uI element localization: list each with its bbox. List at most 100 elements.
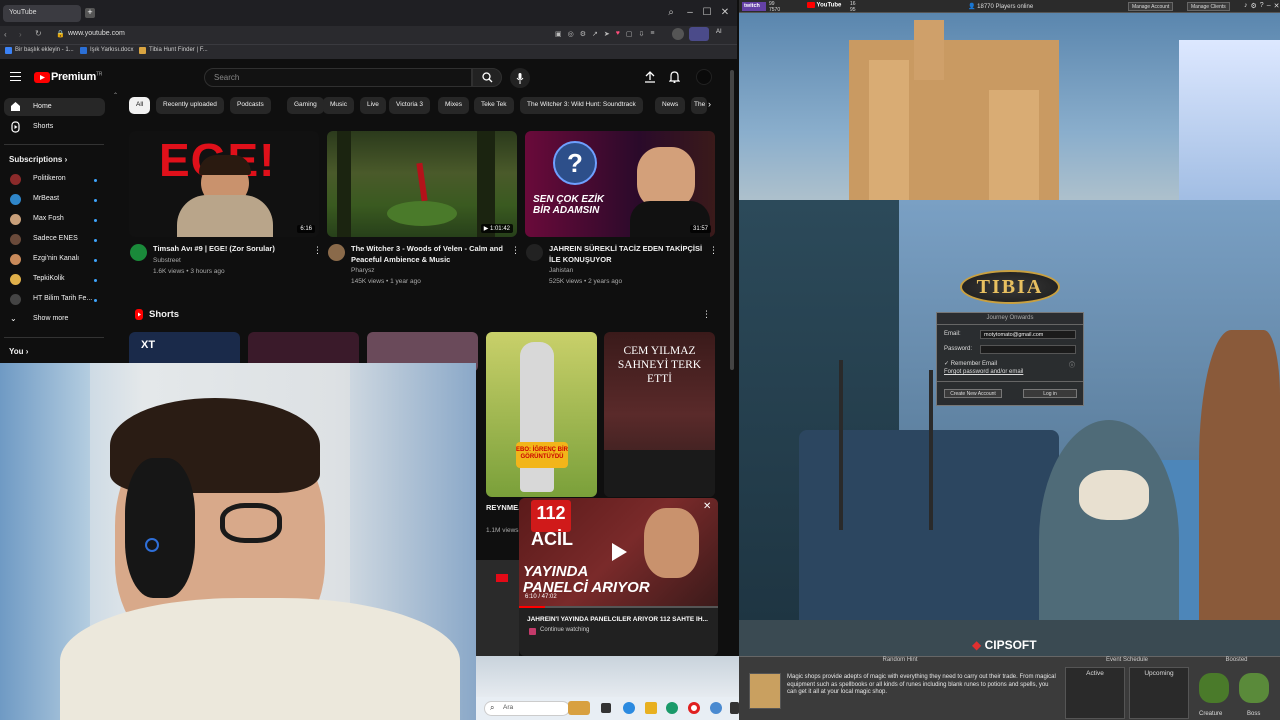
edge-icon[interactable]	[666, 702, 678, 714]
video-title[interactable]: JAHREIN SÜREKLİ TACİZ EDEN TAKİPÇİSİ İLE…	[549, 244, 705, 265]
send-icon[interactable]: ➤	[604, 30, 610, 38]
app-icon[interactable]	[730, 702, 739, 714]
chip-2[interactable]: Podcasts	[230, 97, 271, 114]
subscription-avatar[interactable]	[10, 294, 21, 305]
video-title[interactable]: Timsah Avı #9 | EGE! (Zor Sorular)	[153, 244, 308, 255]
video-thumbnail-2[interactable]: ▶ 1:01:42	[327, 131, 517, 237]
create-account-button[interactable]: Create New Account	[944, 389, 1002, 398]
manage-account-button[interactable]: Manage Account	[1128, 2, 1174, 11]
info-icon[interactable]: ⓘ	[1069, 360, 1075, 369]
video-thumbnail-1[interactable]: EGE! 6:16	[129, 131, 319, 237]
short-thumbnail[interactable]: EBO: İĞRENÇ BİR GÖRÜNTÜYDÜ	[486, 332, 597, 497]
ai-button[interactable]: AI	[716, 29, 722, 35]
login-button[interactable]: Log in	[1023, 389, 1077, 398]
settings-icon[interactable]: ⚙	[580, 30, 586, 38]
copilot-icon[interactable]	[623, 702, 635, 714]
show-more-button[interactable]: Show more	[33, 315, 68, 322]
widgets-icon[interactable]	[568, 701, 590, 715]
chip-7[interactable]: Mixes	[438, 97, 469, 114]
more-options-icon[interactable]: ⋮	[511, 245, 520, 256]
sidebar-item-subscription[interactable]: MrBeast	[33, 195, 59, 202]
box-icon[interactable]: ▢	[626, 30, 633, 38]
reload-icon[interactable]: ↻	[35, 29, 42, 38]
help-icon[interactable]: ?	[1260, 2, 1264, 10]
channel-avatar[interactable]	[328, 244, 345, 261]
bookmark-1[interactable]: Bir başlık ekleyin - 1...	[15, 47, 74, 53]
chip-4[interactable]: Music	[323, 97, 354, 114]
sidebar-item-subscription[interactable]: HT Bilim Tarih Fe...	[33, 295, 92, 302]
more-options-icon[interactable]: ⋮	[709, 245, 718, 256]
search-tabs-icon[interactable]: ⌕	[664, 6, 678, 20]
settings-icon[interactable]: ⚙	[1251, 2, 1257, 10]
sidebar-item-subscription[interactable]: TepkiKolik	[33, 275, 65, 282]
progress-track[interactable]	[519, 606, 718, 608]
minimize-icon[interactable]: –	[683, 6, 697, 20]
more-options-icon[interactable]: ⋮	[313, 245, 322, 256]
voice-search-button[interactable]	[510, 68, 530, 88]
manage-clients-button[interactable]: Manage Clients	[1187, 2, 1230, 11]
subscription-avatar[interactable]	[10, 274, 21, 285]
menu-icon[interactable]: ≡	[650, 30, 654, 38]
url-text[interactable]: www.youtube.com	[68, 30, 125, 37]
channel-name[interactable]: Substreet	[153, 255, 308, 266]
sidebar-item-subscription[interactable]: Politikeron	[33, 175, 66, 182]
youtube-logo-text[interactable]: PremiumTR	[51, 71, 102, 83]
forward-icon[interactable]: ›	[19, 30, 22, 39]
close-icon[interactable]: ✕	[1274, 2, 1280, 10]
sidebar-item-subscription[interactable]: Sadece ENES	[33, 235, 78, 242]
play-icon[interactable]	[610, 542, 628, 562]
scrollbar[interactable]	[730, 70, 734, 370]
subscription-avatar[interactable]	[10, 234, 21, 245]
chip-8[interactable]: Teke Tek	[474, 97, 514, 114]
file-explorer-icon[interactable]	[645, 702, 657, 714]
chip-10[interactable]: News	[655, 97, 686, 114]
chip-9[interactable]: The Witcher 3: Wild Hunt: Soundtrack	[520, 97, 643, 114]
chip-5[interactable]: Live	[360, 97, 386, 114]
screenshot-icon[interactable]: ▣	[555, 30, 562, 38]
chip-1[interactable]: Recently uploaded	[156, 97, 224, 114]
create-icon[interactable]	[644, 71, 656, 83]
extension-icon[interactable]	[689, 27, 709, 41]
chip-6[interactable]: Victoria 3	[389, 97, 430, 114]
chip-11[interactable]: The	[691, 97, 707, 114]
channel-name[interactable]: Pharysz	[351, 265, 511, 276]
miniplayer-title[interactable]: JAHREİN'İ YAYINDA PANELCİLER ARIYOR 112 …	[527, 616, 712, 623]
sidebar-item-shorts[interactable]: Shorts	[33, 123, 53, 130]
more-options-icon[interactable]: ⋮	[702, 309, 711, 320]
bookmark-2[interactable]: Işık Yarkısı.docx	[90, 47, 133, 53]
subscription-avatar[interactable]	[10, 194, 21, 205]
tab-youtube[interactable]: YouTube	[3, 5, 81, 22]
youtube-logo-icon[interactable]	[34, 72, 50, 83]
notifications-icon[interactable]	[669, 71, 680, 83]
remember-email-checkbox[interactable]: ✓ Remember Email	[944, 360, 997, 367]
profile-icon[interactable]	[672, 28, 684, 40]
short-thumbnail[interactable]: CEM YILMAZ SAHNEYİ TERK ETTİ	[604, 332, 715, 497]
channel-name[interactable]: Jahistan	[549, 265, 705, 276]
camera-icon[interactable]: ◎	[568, 30, 574, 38]
chrome-icon[interactable]	[710, 702, 722, 714]
chip-0[interactable]: All	[129, 97, 151, 114]
subscription-avatar[interactable]	[10, 214, 21, 225]
shorts-icon[interactable]	[10, 121, 21, 133]
subscription-avatar[interactable]	[10, 254, 21, 265]
sound-icon[interactable]: ♪	[1244, 2, 1248, 10]
share-icon[interactable]: ↗	[592, 30, 598, 38]
subscriptions-title[interactable]: Subscriptions ›	[9, 155, 67, 164]
short-thumbnail-partial[interactable]	[476, 560, 519, 656]
bookmark-3[interactable]: Tibia Hunt Finder | F...	[149, 47, 208, 53]
account-avatar[interactable]	[696, 69, 712, 85]
task-view-icon[interactable]	[601, 703, 611, 713]
search-button[interactable]	[472, 68, 502, 87]
sidebar-item-subscription[interactable]: Max Fosh	[33, 215, 64, 222]
minimize-icon[interactable]: –	[1267, 2, 1271, 10]
password-field[interactable]	[980, 345, 1076, 354]
new-tab-button[interactable]: +	[85, 8, 95, 18]
miniplayer[interactable]: 112 ACİL YAYINDA PANELCİ ARIYOR ✕ 6:10 /…	[519, 498, 718, 656]
download-icon[interactable]: ⇩	[639, 30, 645, 38]
close-icon[interactable]: ✕	[718, 6, 732, 20]
maximize-icon[interactable]: ☐	[700, 6, 714, 20]
you-section[interactable]: You ›	[9, 347, 28, 356]
hamburger-menu-icon[interactable]	[10, 72, 21, 81]
continue-watching-button[interactable]: Continue watching	[540, 627, 589, 633]
email-field[interactable]: motytomato@gmail.com	[980, 330, 1076, 339]
